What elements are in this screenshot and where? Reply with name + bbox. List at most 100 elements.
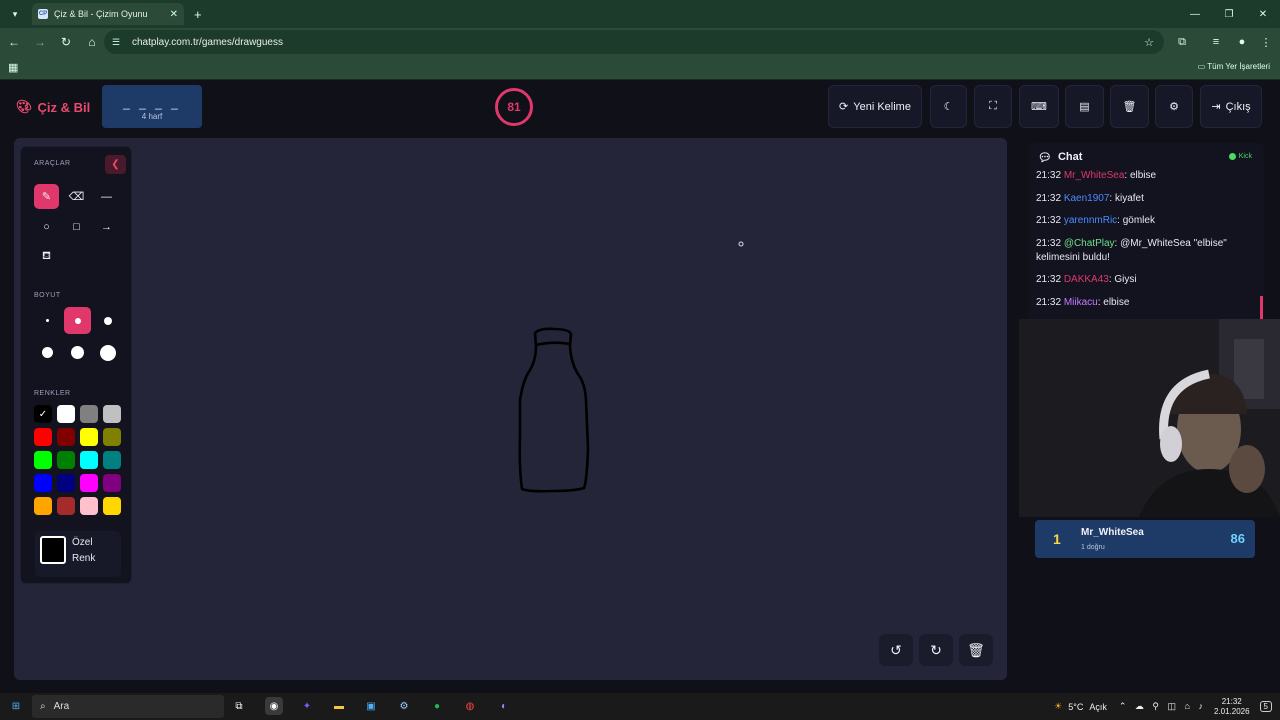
size-option-6[interactable] [94, 339, 121, 366]
message-user[interactable]: yarennmRic [1064, 215, 1117, 226]
steam-icon[interactable]: ⚙ [395, 697, 413, 715]
reload-icon[interactable]: ↻ [54, 30, 78, 54]
chat-message: 21:32 DAKKA43: Giysi [1036, 273, 1258, 287]
colors-title: RENKLER [34, 390, 71, 397]
settings-button[interactable]: ⚙ [1155, 85, 1193, 128]
back-icon[interactable]: ← [2, 30, 26, 54]
color-swatch[interactable] [80, 497, 98, 515]
color-swatch[interactable] [57, 428, 75, 446]
eraser-tool-button[interactable]: ⌫ [64, 184, 89, 209]
size-option-4[interactable] [34, 339, 61, 366]
clear-canvas-button[interactable]: 🗑︎ [959, 634, 993, 666]
message-user[interactable]: Mr_WhiteSea [1064, 170, 1125, 181]
keyboard-button[interactable]: ⌨ [1019, 85, 1059, 128]
color-swatch[interactable] [80, 405, 98, 423]
tray-icons[interactable]: ⌃ ☁ ⚲ ◫ ⌂ ♪ [1119, 701, 1206, 712]
new-word-button[interactable]: ⟳ Yeni Kelime [828, 85, 922, 128]
size-option-3[interactable] [94, 307, 121, 334]
minimize-icon[interactable]: — [1178, 0, 1212, 28]
browser-menu-icon[interactable]: ⋮ [1254, 28, 1278, 56]
circle-tool-button[interactable]: ○ [34, 214, 59, 239]
color-swatch[interactable] [34, 428, 52, 446]
color-swatch[interactable] [103, 405, 121, 423]
color-swatch[interactable] [103, 497, 121, 515]
close-window-icon[interactable]: ✕ [1246, 0, 1280, 28]
color-swatch[interactable] [103, 428, 121, 446]
color-swatch[interactable] [57, 405, 75, 423]
line-tool-button[interactable]: — [94, 184, 119, 209]
color-swatch[interactable] [57, 451, 75, 469]
tab-search-icon[interactable]: ▾ [4, 5, 26, 23]
extensions-icon[interactable]: ⧉ [1170, 28, 1194, 56]
app-icon[interactable]: ◍ [461, 697, 479, 715]
store-icon[interactable]: ▣ [362, 697, 380, 715]
drawing-svg [518, 241, 744, 493]
notification-badge[interactable]: 5 [1259, 701, 1272, 712]
undo-icon: ↺ [890, 641, 902, 658]
home-icon[interactable]: ⌂ [80, 30, 104, 54]
media-icon[interactable]: ≡ [1204, 28, 1228, 56]
drawing-canvas[interactable] [14, 138, 1007, 680]
message-time: 21:32 [1036, 215, 1064, 226]
player-correct-count: 1 doğru [1081, 544, 1105, 551]
custom-color-label-line1: Özel [72, 537, 93, 548]
message-user[interactable]: @ChatPlay [1064, 238, 1115, 249]
message-user[interactable]: Miikacu [1064, 297, 1098, 308]
color-swatch[interactable] [57, 474, 75, 492]
exit-button[interactable]: ⇥ Çıkış [1200, 85, 1262, 128]
color-swatch[interactable] [80, 428, 98, 446]
copilot-icon[interactable]: ✦ [298, 697, 316, 715]
arrow-tool-button[interactable]: → [94, 214, 119, 239]
bookmark-star-icon[interactable]: ☆ [1144, 36, 1154, 49]
archive-button[interactable]: ▤ [1065, 85, 1104, 128]
file-explorer-icon[interactable]: ▬ [330, 697, 348, 715]
color-swatch[interactable] [80, 474, 98, 492]
discord-icon[interactable]: ◐ [495, 697, 513, 715]
all-bookmarks-link[interactable]: ▭ Tüm Yer İşaretleri [1198, 62, 1270, 71]
fill-tool-button[interactable]: ⛾ [34, 244, 59, 269]
color-swatch[interactable] [34, 474, 52, 492]
pen-tool-button[interactable]: ✎ [34, 184, 59, 209]
redo-button[interactable]: ↻ [919, 634, 953, 666]
circle-icon: ○ [43, 220, 50, 233]
url-field[interactable]: ☰ chatplay.com.tr/games/drawguess ☆ [104, 30, 1164, 54]
message-user[interactable]: DAKKA43 [1064, 274, 1109, 285]
task-view-icon[interactable]: ⧉ [230, 697, 248, 715]
color-swatch[interactable] [34, 451, 52, 469]
color-swatch[interactable] [80, 451, 98, 469]
chat-scrollbar[interactable] [1260, 296, 1263, 320]
custom-color-button[interactable]: Özel Renk [35, 531, 121, 577]
color-swatch[interactable] [103, 451, 121, 469]
size-option-2[interactable] [64, 307, 91, 334]
chrome-icon[interactable]: ◉ [265, 697, 283, 715]
forward-icon[interactable]: → [28, 30, 52, 54]
size-option-1[interactable] [34, 307, 61, 334]
clock[interactable]: 21:32 2.01.2026 [1214, 697, 1250, 717]
undo-button[interactable]: ↺ [879, 634, 913, 666]
message-user[interactable]: Kaen1907 [1064, 193, 1110, 204]
fullscreen-button[interactable]: ⛶ [974, 85, 1012, 128]
spotify-icon[interactable]: ● [428, 697, 446, 715]
apps-grid-icon[interactable]: ▦ [8, 61, 18, 74]
color-swatch[interactable] [57, 497, 75, 515]
restore-icon[interactable]: ❐ [1212, 0, 1246, 28]
size-option-5[interactable] [64, 339, 91, 366]
square-icon: □ [73, 220, 80, 233]
chat-message: 21:32 Kaen1907: kiyafet [1036, 192, 1258, 206]
collapse-panel-button[interactable]: ❮ [105, 155, 126, 174]
clear-button[interactable]: 🗑︎ [1110, 85, 1149, 128]
dark-mode-button[interactable]: ☾ [930, 85, 967, 128]
windows-start-icon[interactable]: ⊞ [7, 697, 25, 715]
color-swatch[interactable]: ✓ [34, 405, 52, 423]
pen-icon: ✎ [41, 191, 52, 203]
browser-tab[interactable]: CP Çiz & Bil - Çizim Oyunu ✕ [32, 3, 184, 25]
player-name: Mr_WhiteSea [1081, 527, 1144, 538]
color-swatch[interactable] [34, 497, 52, 515]
new-tab-icon[interactable]: + [194, 7, 202, 22]
color-swatch[interactable] [103, 474, 121, 492]
rectangle-tool-button[interactable]: □ [64, 214, 89, 239]
profile-avatar[interactable]: ● [1230, 28, 1254, 56]
taskbar-search[interactable]: ⌕ Ara [32, 695, 224, 718]
close-tab-icon[interactable]: ✕ [170, 9, 178, 20]
site-info-icon[interactable]: ☰ [112, 37, 124, 48]
